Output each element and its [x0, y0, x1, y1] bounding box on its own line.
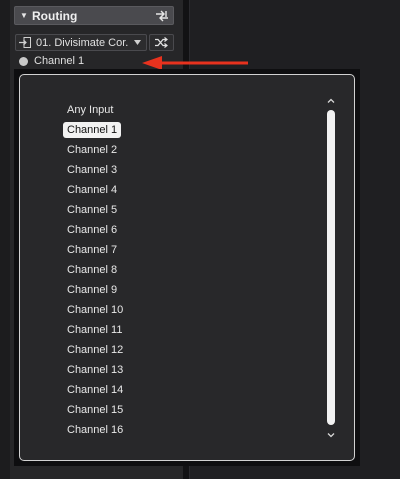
channel-dot-icon	[19, 56, 28, 66]
input-routing-select[interactable]: 01. Divisimate Cor.	[15, 34, 147, 51]
channel-label: Channel 1	[34, 55, 85, 67]
menu-item-channel-10[interactable]: Channel 10	[63, 300, 303, 320]
menu-item-channel-15[interactable]: Channel 15	[63, 400, 303, 420]
channel-popup-menu: Any Input Channel 1 Channel 2 Channel 3 …	[19, 74, 355, 461]
menu-item-any-input[interactable]: Any Input	[63, 100, 303, 120]
menu-item-channel-8[interactable]: Channel 8	[63, 260, 303, 280]
routing-icon[interactable]	[155, 10, 169, 22]
menu-item-channel-6[interactable]: Channel 6	[63, 220, 303, 240]
chevron-down-icon	[134, 40, 141, 45]
menu-item-channel-4[interactable]: Channel 4	[63, 180, 303, 200]
scroll-up-chevron-icon[interactable]	[326, 96, 336, 106]
scrollbar-thumb[interactable]	[327, 110, 335, 425]
menu-item-channel-5[interactable]: Channel 5	[63, 200, 303, 220]
input-port-icon	[19, 37, 31, 48]
shuffle-button[interactable]	[149, 34, 174, 51]
menu-item-channel-11[interactable]: Channel 11	[63, 320, 303, 340]
shuffle-icon	[155, 37, 168, 48]
input-routing-row: 01. Divisimate Cor.	[15, 34, 174, 51]
collapse-caret-icon[interactable]: ▼	[20, 11, 30, 20]
panel-gutter	[0, 0, 10, 479]
menu-item-channel-9[interactable]: Channel 9	[63, 280, 303, 300]
menu-item-channel-12[interactable]: Channel 12	[63, 340, 303, 360]
routing-title: Routing	[32, 8, 78, 23]
menu-item-channel-2[interactable]: Channel 2	[63, 140, 303, 160]
menu-item-channel-14[interactable]: Channel 14	[63, 380, 303, 400]
scroll-down-chevron-icon[interactable]	[326, 430, 336, 440]
menu-item-channel-16[interactable]: Channel 16	[63, 420, 303, 440]
channel-menu-list: Any Input Channel 1 Channel 2 Channel 3 …	[63, 100, 303, 440]
input-device-label: 01. Divisimate Cor.	[36, 36, 129, 49]
menu-item-channel-1[interactable]: Channel 1	[63, 120, 303, 140]
menu-item-channel-13[interactable]: Channel 13	[63, 360, 303, 380]
menu-item-channel-3[interactable]: Channel 3	[63, 160, 303, 180]
routing-section-header[interactable]: ▼ Routing	[14, 6, 174, 25]
menu-item-channel-7[interactable]: Channel 7	[63, 240, 303, 260]
